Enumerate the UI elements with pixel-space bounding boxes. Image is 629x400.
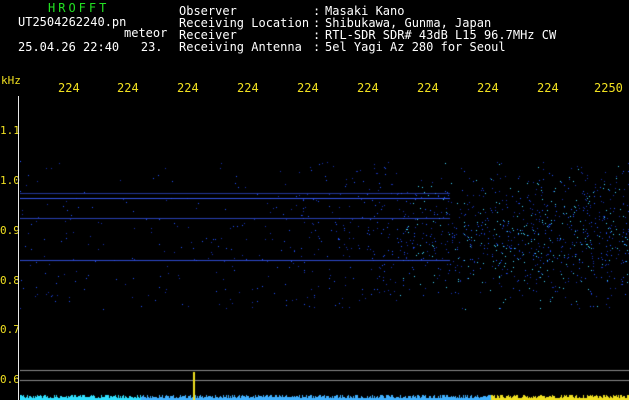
- y-tick-label: 0.9: [0, 224, 20, 237]
- datetime-label: 25.04.26 22:40 23.: [18, 41, 163, 53]
- x-tick-label: 224: [537, 81, 559, 95]
- filename-label: UT2504262240.pn: [18, 15, 127, 29]
- y-tick-label: 0.6: [0, 373, 20, 386]
- x-tick-label: 2250: [594, 81, 623, 95]
- x-tick-label: 224: [417, 81, 439, 95]
- antenna-colon: :: [313, 40, 321, 54]
- meteor-label: meteor: [124, 26, 168, 40]
- y-tick-label: 1.0: [0, 174, 20, 187]
- y-tick-label: 1.1: [0, 124, 20, 137]
- antenna-value: 5el Yagi Az 280 for Seoul: [325, 40, 506, 54]
- app-logo: HROFFT: [48, 1, 110, 15]
- x-tick-label: 224: [117, 81, 139, 95]
- count-value: 23.: [140, 40, 163, 54]
- x-tick-label: 224: [477, 81, 499, 95]
- x-tick-label: 224: [237, 81, 259, 95]
- antenna-label: Receiving Antenna: [179, 40, 302, 54]
- x-tick-label: 224: [177, 81, 199, 95]
- x-tick-label: 224: [357, 81, 379, 95]
- unit-label: kHz: [1, 74, 21, 87]
- datetime-value: 25.04.26 22:40: [18, 40, 120, 54]
- y-tick-label: 0.7: [0, 323, 20, 336]
- y-tick-label: 0.8: [0, 274, 20, 287]
- spectrogram-plot: [20, 98, 629, 400]
- x-tick-label: 224: [297, 81, 319, 95]
- x-tick-label: 224: [58, 81, 80, 95]
- vertical-axis-line: [18, 96, 19, 400]
